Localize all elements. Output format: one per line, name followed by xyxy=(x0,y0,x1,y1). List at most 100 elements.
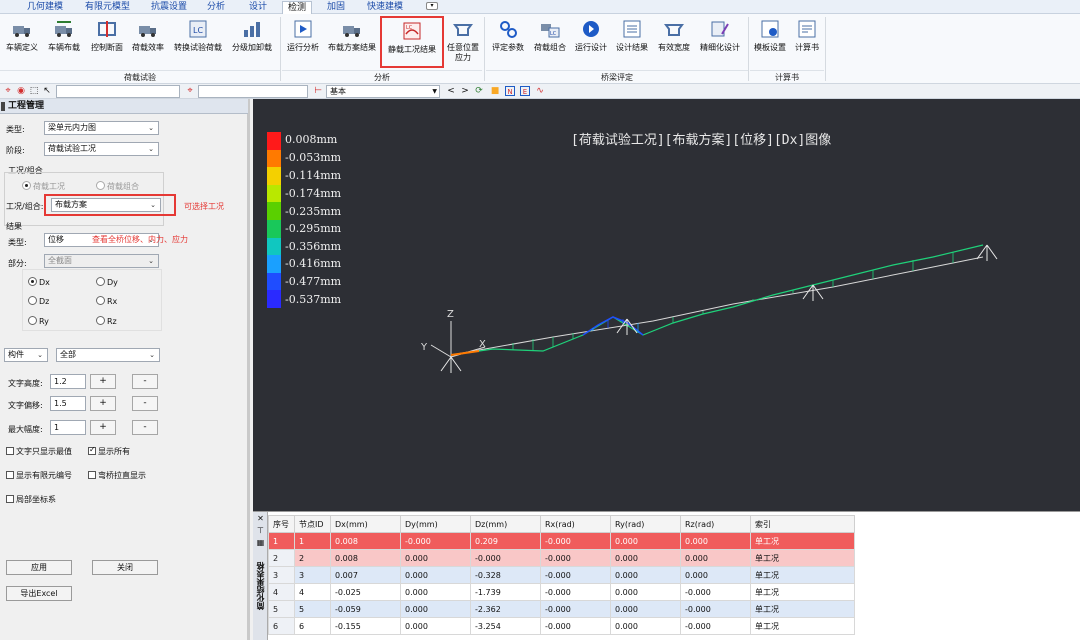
table-cell[interactable]: 0.000 xyxy=(400,549,471,567)
col-header[interactable]: Ry(rad) xyxy=(610,515,681,533)
window-select-icon[interactable]: ⬚ xyxy=(29,86,39,96)
table-cell[interactable]: 6 xyxy=(294,617,331,635)
rating-params-button[interactable]: 评定参数 xyxy=(488,16,528,68)
max-amplitude-plus-button[interactable]: + xyxy=(90,420,116,435)
table-cell[interactable]: 0.000 xyxy=(680,566,751,584)
table-cell[interactable]: -0.000 xyxy=(540,566,611,584)
element-pick-icon[interactable]: ⌖ xyxy=(185,86,195,96)
table-row[interactable]: 1 1 0.008 -0.000 0.209 -0.000 0.000 0.000 单工况 xyxy=(268,532,855,550)
export-excel-button[interactable]: 导出Excel xyxy=(6,586,72,601)
table-cell[interactable]: 0.000 xyxy=(610,600,681,618)
deformed-shape-icon[interactable]: ∿ xyxy=(535,86,545,96)
table-cell[interactable]: 单工况 xyxy=(750,549,855,567)
color-icon[interactable]: ■ xyxy=(490,86,500,96)
max-amplitude-input[interactable]: 1 xyxy=(50,420,86,435)
part-select[interactable]: 全截面 ⌄ xyxy=(44,254,159,268)
table-cell[interactable]: -0.000 xyxy=(540,532,611,550)
col-header[interactable]: Rz(rad) xyxy=(680,515,751,533)
table-cell[interactable]: -0.000 xyxy=(470,549,541,567)
table-cell[interactable]: 0.008 xyxy=(330,549,401,567)
template-settings-button[interactable]: 模板设置 xyxy=(750,16,790,68)
load-efficiency-button[interactable]: 荷载效率 xyxy=(128,16,168,68)
table-cell[interactable]: 0.000 xyxy=(400,617,471,635)
table-cell[interactable]: -3.254 xyxy=(470,617,541,635)
radio-load-case[interactable]: 荷载工况 xyxy=(22,181,65,192)
table-cell[interactable]: -0.025 xyxy=(330,583,401,601)
close-button[interactable]: 关闭 xyxy=(92,560,158,575)
arbitrary-stress-button[interactable]: 任意位置应力 xyxy=(446,16,480,68)
control-section-button[interactable]: 控制断面 xyxy=(86,16,128,68)
tab-strengthening[interactable]: 加固 xyxy=(322,1,350,14)
text-height-minus-button[interactable]: - xyxy=(132,374,158,389)
table-row[interactable]: 5 5 -0.059 0.000 -2.362 -0.000 0.000 -0.000 单工况 xyxy=(268,600,855,618)
tab-analysis[interactable]: 分析 xyxy=(202,1,230,14)
table-cell[interactable]: 0.000 xyxy=(610,549,681,567)
table-cell[interactable]: 0.000 xyxy=(400,600,471,618)
table-cell[interactable]: 0.000 xyxy=(400,566,471,584)
table-cell[interactable]: -0.328 xyxy=(470,566,541,584)
max-amplitude-minus-button[interactable]: - xyxy=(132,420,158,435)
table-cell[interactable]: -0.000 xyxy=(540,549,611,567)
table-cell[interactable]: 0.000 xyxy=(610,617,681,635)
checkbox-show-all[interactable]: 显示所有 xyxy=(88,445,130,457)
table-cell[interactable]: 0.000 xyxy=(400,583,471,601)
text-height-input[interactable]: 1.2 xyxy=(50,374,86,389)
table-cell[interactable]: 3 xyxy=(294,566,331,584)
result-type-select[interactable]: 梁单元内力图 ⌄ xyxy=(44,121,159,135)
vehicle-load-button[interactable]: 车辆布载 xyxy=(44,16,84,68)
table-cell[interactable]: 单工况 xyxy=(750,532,855,550)
table-cell[interactable]: 5 xyxy=(294,600,331,618)
table-cell[interactable]: -0.000 xyxy=(680,583,751,601)
table-cell[interactable]: -0.000 xyxy=(680,600,751,618)
case-combo-select[interactable]: 布载方案 ⌄ xyxy=(51,198,161,212)
text-offset-minus-button[interactable]: - xyxy=(132,396,158,411)
element-label-icon[interactable]: E xyxy=(520,86,530,96)
ruler-icon[interactable]: ⊢ xyxy=(313,86,323,96)
table-row[interactable]: 4 4 -0.025 0.000 -1.739 -0.000 0.000 -0.000 单工况 xyxy=(268,583,855,601)
table-cell[interactable]: -0.155 xyxy=(330,617,401,635)
table-cell[interactable]: -0.059 xyxy=(330,600,401,618)
tab-inspection[interactable]: 检测 xyxy=(282,1,313,14)
next-arrow-icon[interactable]: > xyxy=(460,86,470,96)
table-cell[interactable]: 0.007 xyxy=(330,566,401,584)
run-design-button[interactable]: 运行设计 xyxy=(572,16,610,68)
tab-geometry-modeling[interactable]: 几何建模 xyxy=(22,1,68,14)
ribbon-collapse-icon[interactable]: ▾ xyxy=(426,2,438,10)
pin-icon[interactable]: ⊤ xyxy=(256,526,265,535)
checkbox-extreme-only[interactable]: 文字只显示最值 xyxy=(6,446,72,457)
table-row[interactable]: 6 6 -0.155 0.000 -3.254 -0.000 0.000 -0.000 单工况 xyxy=(268,617,855,635)
col-header[interactable]: 节点ID xyxy=(294,515,331,533)
run-analysis-button[interactable]: 运行分析 xyxy=(284,16,322,68)
model-viewport[interactable]: [荷载试验工况][布载方案][位移][Dx]图像 0.008mm -0.053m… xyxy=(253,99,1080,511)
table-cell[interactable]: -1.739 xyxy=(470,583,541,601)
table-cell[interactable]: 2 xyxy=(294,549,331,567)
view-mode-select[interactable]: 基本 ▼ xyxy=(326,85,440,98)
calc-book-button[interactable]: 计算书 xyxy=(792,16,822,68)
col-header[interactable]: Rx(rad) xyxy=(540,515,611,533)
col-header[interactable]: Dx(mm) xyxy=(330,515,401,533)
table-cell[interactable]: 0.008 xyxy=(330,532,401,550)
table-cell[interactable]: 0.000 xyxy=(610,583,681,601)
tab-design[interactable]: 设计 xyxy=(244,1,272,14)
table-cell[interactable]: 1 xyxy=(294,532,331,550)
node-select-input[interactable] xyxy=(56,85,180,98)
apply-button[interactable]: 应用 xyxy=(6,560,72,575)
stage-select[interactable]: 荷载试验工况 ⌄ xyxy=(44,142,159,156)
table-cell[interactable]: 1 xyxy=(268,532,295,550)
tab-quick-modeling[interactable]: 快速建模 xyxy=(362,1,408,14)
col-header[interactable]: 序号 xyxy=(268,515,295,533)
load-plan-result-button[interactable]: 布载方案结果 xyxy=(324,16,380,68)
table-cell[interactable]: 单工况 xyxy=(750,566,855,584)
refined-design-button[interactable]: 精细化设计 xyxy=(696,16,744,68)
table-cell[interactable]: 0.000 xyxy=(680,532,751,550)
table-cell[interactable]: -0.000 xyxy=(540,600,611,618)
table-cell[interactable]: -0.000 xyxy=(540,617,611,635)
table-cell[interactable]: -0.000 xyxy=(400,532,471,550)
col-header[interactable]: 索引 xyxy=(750,515,855,533)
table-icon[interactable]: ▦ xyxy=(256,538,265,547)
radio-load-combo[interactable]: 荷载组合 xyxy=(96,181,139,192)
table-cell[interactable]: 3 xyxy=(268,566,295,584)
member-type-select[interactable]: 构件 ⌄ xyxy=(4,348,48,362)
table-cell[interactable]: 0.209 xyxy=(470,532,541,550)
table-cell[interactable]: 4 xyxy=(294,583,331,601)
